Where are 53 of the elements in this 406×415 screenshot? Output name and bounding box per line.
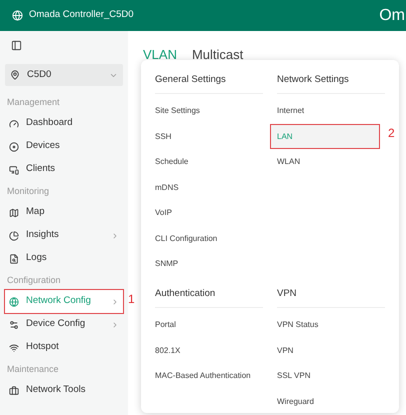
menu-item[interactable]: Portal bbox=[155, 314, 263, 336]
menu-item[interactable]: SSL VPN bbox=[277, 364, 385, 388]
menu-item[interactable]: Schedule bbox=[155, 150, 263, 174]
location-pin-icon bbox=[10, 70, 20, 80]
brand-text: Om bbox=[379, 8, 406, 24]
menu-item[interactable]: mDNS bbox=[155, 176, 263, 200]
menu-item[interactable]: Wireguard bbox=[277, 390, 385, 413]
controller-title: Omada Controller_C5D0 bbox=[29, 8, 134, 22]
map-icon bbox=[9, 208, 19, 218]
section-label: Management bbox=[6, 96, 61, 109]
chevron-right-icon bbox=[111, 232, 119, 240]
globe-icon bbox=[9, 296, 19, 306]
menu-section-title: Authentication bbox=[155, 286, 263, 308]
disc-icon bbox=[9, 142, 19, 152]
menu-item[interactable]: Internet bbox=[277, 100, 385, 123]
callout-number: 1 bbox=[128, 293, 135, 305]
document-icon bbox=[9, 254, 19, 264]
nav-item[interactable]: Device Config bbox=[5, 313, 123, 336]
menu-item[interactable]: 802.1X bbox=[155, 339, 263, 362]
section-label: Maintenance bbox=[6, 362, 60, 376]
menu-section-title: General Settings bbox=[155, 73, 263, 94]
gauge-icon bbox=[9, 118, 19, 128]
pie-chart-icon bbox=[9, 230, 19, 240]
menu-section-title: VPN bbox=[277, 286, 385, 308]
menu-item[interactable]: VPN bbox=[277, 339, 385, 362]
menu-section-title: Network Settings bbox=[277, 73, 385, 94]
globe-icon bbox=[12, 10, 23, 21]
menu-item[interactable]: VoIP bbox=[155, 202, 263, 225]
menu-item[interactable]: VPN Status bbox=[277, 314, 385, 336]
chevron-right-icon bbox=[111, 298, 119, 306]
chevron-right-icon bbox=[111, 320, 119, 328]
menu-item[interactable]: MAC-Based Authentication bbox=[155, 364, 263, 388]
nav-item[interactable]: Map bbox=[5, 201, 123, 224]
wifi-icon bbox=[9, 342, 19, 352]
nav-item[interactable]: Insights bbox=[5, 224, 123, 247]
callout-number: 2 bbox=[388, 126, 395, 139]
section-label: Configuration bbox=[6, 274, 62, 287]
tab[interactable]: Multicast bbox=[192, 45, 244, 64]
menu-item[interactable]: SNMP bbox=[155, 252, 263, 276]
section-label: Monitoring bbox=[6, 184, 50, 198]
nav-item[interactable]: Clients bbox=[5, 158, 123, 181]
site-selector[interactable]: C5D0 bbox=[5, 64, 123, 86]
nav-item[interactable]: Devices bbox=[5, 135, 123, 158]
nav-item[interactable]: Network Tools bbox=[5, 379, 123, 402]
menu-item[interactable]: Site Settings bbox=[155, 100, 263, 123]
nav-item[interactable]: Dashboard bbox=[5, 112, 123, 135]
nav-item[interactable]: Hotspot bbox=[5, 336, 123, 359]
menu-item[interactable]: CLI Configuration bbox=[155, 227, 263, 250]
sidebar-toggle-icon[interactable] bbox=[11, 40, 22, 51]
nav-item[interactable]: Logs bbox=[5, 247, 123, 270]
menu-item[interactable]: WLAN bbox=[277, 150, 385, 174]
monitor-icon bbox=[9, 164, 19, 174]
menu-item[interactable]: SSH bbox=[155, 125, 263, 148]
